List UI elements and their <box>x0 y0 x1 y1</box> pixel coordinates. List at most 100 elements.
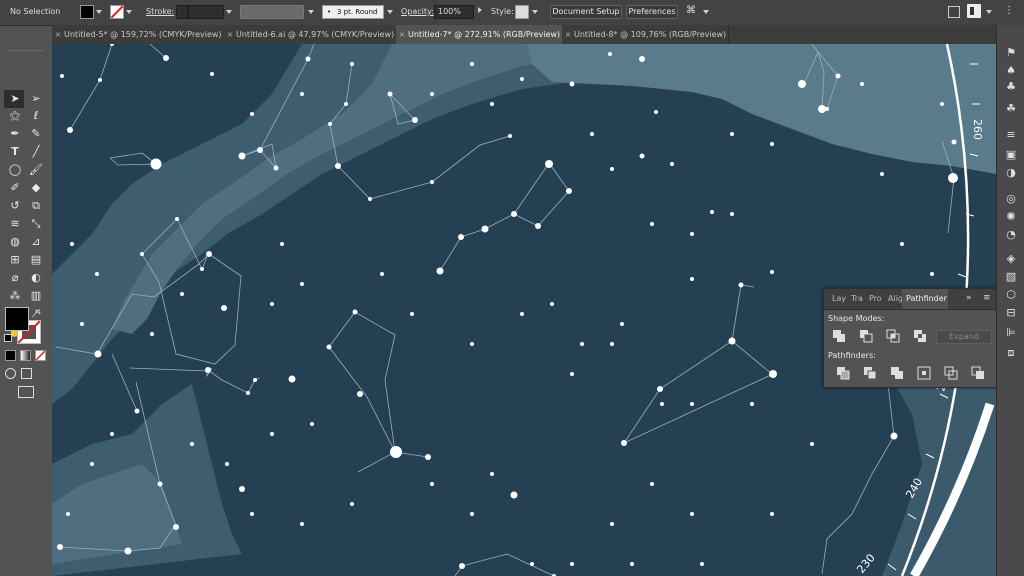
direct-selection-tool-icon[interactable]: ➢ <box>29 92 43 106</box>
graphic-style-swatch[interactable] <box>515 5 529 19</box>
eraser-tool-icon[interactable]: ◆ <box>29 181 43 195</box>
gradient-icon[interactable]: ▣ <box>1005 149 1017 161</box>
arrange-documents-icon[interactable] <box>948 6 960 18</box>
fill-swatch[interactable] <box>80 5 94 19</box>
fill-dropdown-icon[interactable] <box>96 10 102 14</box>
pathfinder-icon[interactable]: ⧈ <box>1005 347 1017 359</box>
variable-width-profile[interactable] <box>240 5 304 19</box>
stroke-dropdown-icon[interactable] <box>126 10 132 14</box>
tab-untitled-6[interactable]: × Untitled-6.ai @ 47,97% (CMYK/Preview) <box>224 25 397 44</box>
transparency-icon[interactable]: ◑ <box>1005 167 1017 179</box>
brushes-icon[interactable]: ♣ <box>1005 81 1017 93</box>
more-options-icon[interactable]: ⋮ <box>1004 5 1014 17</box>
graphic-styles-icon[interactable]: ◔ <box>1005 229 1017 241</box>
quick-actions-icon[interactable]: ⌘ <box>686 5 698 17</box>
scale-tool-icon[interactable]: ⧉ <box>29 199 43 213</box>
tab-transform[interactable]: Tra <box>851 289 863 309</box>
tab-align[interactable]: Alig <box>888 289 903 309</box>
rotate-tool-icon[interactable]: ↺ <box>8 199 22 213</box>
tab-untitled-7[interactable]: × Untitled-7* @ 272,91% (RGB/Preview) <box>396 25 563 44</box>
gradient-tool-icon[interactable]: ▤ <box>29 253 43 267</box>
color-icon[interactable]: ♠ <box>1005 65 1017 77</box>
brush-definition[interactable]: • 3 pt. Round <box>322 5 384 19</box>
opacity-input[interactable]: 100% <box>434 5 474 19</box>
none-mode-icon[interactable] <box>35 350 46 361</box>
brush-dropdown-icon[interactable] <box>387 10 393 14</box>
minus-front-icon[interactable] <box>859 329 873 343</box>
column-graph-tool-icon[interactable]: ▥ <box>29 289 43 303</box>
gradient-mode-icon[interactable] <box>20 350 31 361</box>
outline-icon[interactable] <box>944 366 958 380</box>
panel-menu-icon[interactable] <box>967 4 981 18</box>
eyedropper-tool-icon[interactable]: ⌀ <box>8 271 22 285</box>
stroke-weight-input[interactable] <box>188 5 224 19</box>
creative-cloud-icon[interactable]: ◎ <box>1005 193 1017 205</box>
stroke-weight-dropdown-icon[interactable] <box>226 10 232 14</box>
tab-pathfinder[interactable]: Pathfinder <box>902 289 948 309</box>
ellipse-tool-icon[interactable]: ◯ <box>8 163 22 177</box>
tab-properties[interactable]: Pro <box>869 289 882 309</box>
preferences-button[interactable]: Preferences <box>626 5 678 19</box>
document-setup-button[interactable]: Document Setup <box>550 5 622 19</box>
panel-collapse-icon[interactable]: » <box>966 293 972 303</box>
paintbrush-tool-icon[interactable]: 🖌 <box>29 163 43 177</box>
curvature-tool-icon[interactable]: ✎ <box>29 127 43 141</box>
profile-dropdown-icon[interactable] <box>308 10 314 14</box>
width-tool-icon[interactable]: ≋ <box>8 217 22 231</box>
minus-back-icon[interactable] <box>971 366 985 380</box>
close-icon[interactable]: × <box>52 25 64 44</box>
tab-untitled-8[interactable]: × Untitled-8* @ 109,76% (RGB/Preview) <box>562 25 729 44</box>
draw-mode-icon[interactable] <box>21 368 32 379</box>
symbol-sprayer-tool-icon[interactable]: ⁂ <box>8 289 22 303</box>
panel-menu-icon[interactable]: ≡ <box>983 293 991 303</box>
artboards-icon[interactable]: ▧ <box>1005 271 1017 283</box>
close-icon[interactable]: × <box>224 25 236 44</box>
opacity-arrow-icon[interactable] <box>478 7 482 13</box>
unite-icon[interactable] <box>832 329 846 343</box>
magic-wand-tool-icon[interactable]: ⚝ <box>8 109 22 123</box>
lasso-tool-icon[interactable]: ℓ <box>29 109 43 123</box>
exclude-icon[interactable] <box>913 329 927 343</box>
draw-normal-icon[interactable] <box>5 368 16 379</box>
color-mode-icon[interactable] <box>5 350 16 361</box>
tab-untitled-5[interactable]: × Untitled-5* @ 159,72% (CMYK/Preview) <box>52 25 225 44</box>
libraries-icon[interactable]: ⚑ <box>1005 47 1017 59</box>
screen-mode-icon[interactable] <box>18 386 34 398</box>
layers-icon[interactable]: ◈ <box>1005 253 1017 265</box>
close-icon[interactable]: × <box>396 25 408 44</box>
default-colors-icon[interactable] <box>4 334 12 342</box>
stroke-label[interactable]: Stroke: <box>146 6 174 18</box>
pen-tool-icon[interactable]: ✒ <box>8 127 22 141</box>
stroke-icon[interactable]: ≡ <box>1005 129 1017 141</box>
stroke-swatch[interactable] <box>110 5 124 19</box>
intersect-icon[interactable] <box>886 329 900 343</box>
mesh-tool-icon[interactable]: ⊞ <box>8 253 22 267</box>
perspective-tool-icon[interactable]: ⊿ <box>29 235 43 249</box>
tab-layers[interactable]: Lay <box>832 289 846 309</box>
align-icon[interactable]: ⊫ <box>1005 327 1017 339</box>
shaper-tool-icon[interactable]: ✐ <box>8 181 22 195</box>
stroke-weight-stepper[interactable] <box>176 5 188 19</box>
style-dropdown-icon[interactable] <box>532 10 538 14</box>
close-icon[interactable]: × <box>562 25 574 44</box>
swap-fill-stroke-icon[interactable]: ⇆ <box>35 308 41 316</box>
type-tool-icon[interactable]: T <box>8 145 22 159</box>
asset-export-icon[interactable]: ⬡ <box>1005 289 1017 301</box>
divide-icon[interactable] <box>836 366 850 380</box>
blend-tool-icon[interactable]: ◐ <box>29 271 43 285</box>
expand-button[interactable]: Expand <box>936 330 992 344</box>
quick-actions-dropdown-icon[interactable] <box>703 10 709 14</box>
trim-icon[interactable] <box>863 366 877 380</box>
symbols-icon[interactable]: ☘ <box>1005 103 1017 115</box>
crop-icon[interactable] <box>917 366 931 380</box>
appearance-icon[interactable]: ✺ <box>1005 211 1017 223</box>
merge-icon[interactable] <box>890 366 904 380</box>
selection-tool-icon[interactable]: ➤ <box>8 92 22 106</box>
free-transform-tool-icon[interactable]: ⤡ <box>29 217 43 231</box>
transform-icon[interactable]: ⊟ <box>1005 307 1017 319</box>
line-tool-icon[interactable]: ╱ <box>29 145 43 159</box>
shape-builder-tool-icon[interactable]: ◍ <box>8 235 22 249</box>
opacity-label[interactable]: Opacity: <box>401 6 434 18</box>
fill-color-box[interactable] <box>5 307 29 331</box>
panel-menu-dropdown-icon[interactable] <box>986 10 992 14</box>
